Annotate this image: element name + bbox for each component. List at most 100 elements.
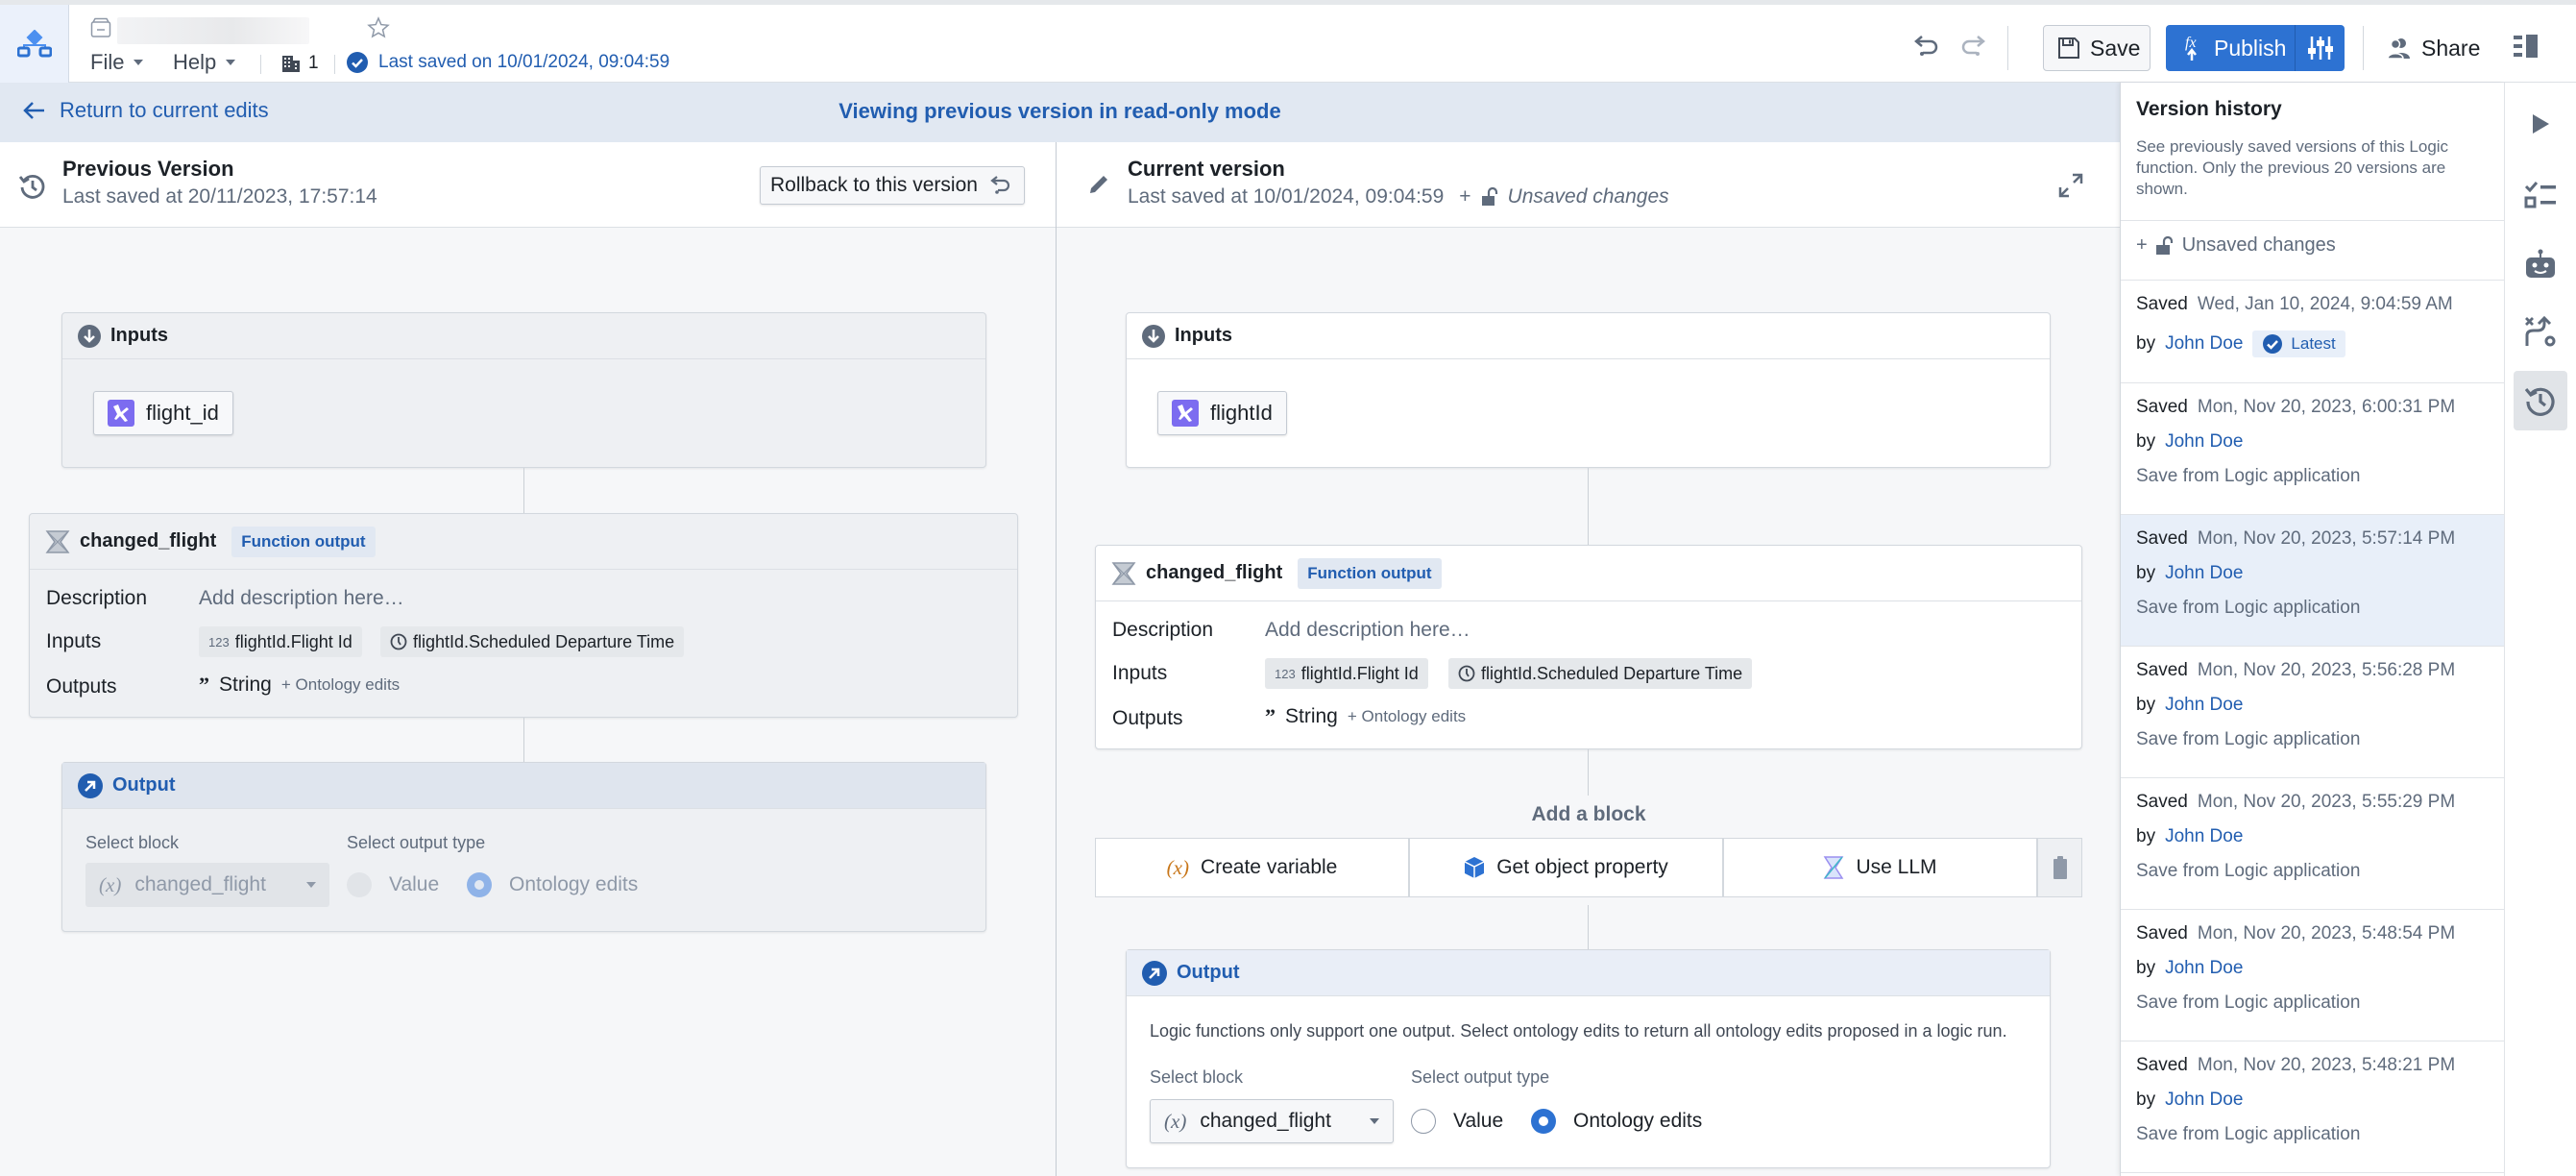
- chevron-down-icon: [226, 60, 236, 65]
- description-field[interactable]: Add description here…: [1265, 619, 1470, 642]
- current-version-header: Current version Last saved at 10/01/2024…: [1057, 142, 2120, 228]
- undo-button[interactable]: [1913, 34, 1940, 59]
- latest-label: Latest: [2291, 334, 2336, 353]
- quote-icon: ”: [1265, 704, 1276, 728]
- people-icon: [2387, 38, 2410, 60]
- version-message: Save from Logic application: [2136, 1124, 2361, 1144]
- version-message: Save from Logic application: [2136, 861, 2361, 881]
- version-message: Save from Logic application: [2136, 992, 2361, 1013]
- paste-block-button[interactable]: [2037, 838, 2082, 897]
- divider: [2007, 26, 2008, 70]
- prev-inputs-title: Inputs: [110, 325, 168, 346]
- by-word: by: [2136, 333, 2156, 354]
- current-function-header: changed_flight Function output: [1096, 546, 2081, 601]
- menu-help[interactable]: Help: [173, 50, 236, 75]
- radio-ontology-edits[interactable]: Ontology edits: [1531, 1109, 1702, 1134]
- panel-divider[interactable]: [1056, 142, 1057, 1176]
- by-word: by: [2136, 695, 2156, 715]
- select-block-dropdown[interactable]: (x) changed_flight: [1150, 1099, 1394, 1143]
- connector-line: [523, 718, 524, 762]
- panel-toggle-button[interactable]: [2514, 34, 2539, 59]
- version-author-link[interactable]: John Doe: [2165, 1090, 2243, 1111]
- variable-icon: (x): [99, 872, 122, 896]
- publish-settings-icon[interactable]: [2308, 35, 2333, 61]
- by-word: by: [2136, 958, 2156, 978]
- rail-assistant-button[interactable]: [2514, 234, 2567, 294]
- undo-icon: [1914, 36, 1938, 56]
- app-logo[interactable]: [0, 5, 69, 83]
- input-tag-label: flightId.Flight Id: [1300, 663, 1419, 683]
- unsaved-changes-item[interactable]: + Unsaved changes: [2136, 234, 2336, 257]
- menu-file[interactable]: File: [90, 50, 144, 75]
- history-icon: [19, 173, 46, 200]
- check-badge-icon: [347, 52, 368, 73]
- history-icon: [2525, 387, 2555, 416]
- version-author-link[interactable]: John Doe: [2165, 695, 2243, 716]
- share-button[interactable]: Share: [2387, 25, 2480, 71]
- radio-value[interactable]: Value: [1411, 1109, 1503, 1134]
- version-author-link[interactable]: John Doe: [2165, 826, 2243, 847]
- by-word: by: [2136, 1090, 2156, 1110]
- get-object-property-button[interactable]: Get object property: [1409, 838, 1723, 897]
- version-history-item[interactable]: Saved Mon, Nov 20, 2023, 5:48:54 PM by John…: [2121, 910, 2504, 1041]
- version-author-line: by John Doe: [2136, 695, 2243, 716]
- publish-button[interactable]: fx Publish: [2166, 25, 2345, 71]
- output-type: ” String + Ontology edits: [1265, 704, 1466, 729]
- version-author-link[interactable]: John Doe: [2165, 563, 2243, 584]
- rail-history-button[interactable]: [2514, 371, 2567, 430]
- favorite-star-icon[interactable]: [367, 16, 390, 39]
- rail-evaluations-button[interactable]: [2514, 165, 2567, 225]
- version-history-item[interactable]: Saved Mon, Nov 20, 2023, 5:56:28 PM by John…: [2121, 647, 2504, 777]
- version-author-link[interactable]: John Doe: [2165, 958, 2243, 979]
- version-author-link[interactable]: John Doe: [2165, 431, 2243, 453]
- rollback-button[interactable]: Rollback to this version: [760, 166, 1025, 205]
- project-count[interactable]: 1: [281, 53, 319, 74]
- add-block-title: Add a block: [1531, 803, 1646, 825]
- select-block-value: changed_flight: [134, 873, 266, 895]
- chevron-down-icon: [1370, 1118, 1379, 1124]
- use-llm-button[interactable]: Use LLM: [1723, 838, 2037, 897]
- current-function-block[interactable]: changed_flight Function output Descripti…: [1095, 545, 2082, 749]
- version-history-panel: Version history See previously saved ver…: [2120, 83, 2504, 1176]
- check-badge-icon: [2263, 334, 2283, 354]
- prev-block-name: changed_flight: [80, 530, 217, 551]
- return-label: Return to current edits: [60, 98, 269, 122]
- prev-output-title: Output: [112, 774, 176, 796]
- arrow-up-right-circle-icon: [1142, 960, 1167, 986]
- input-tag[interactable]: 123 flightId.Flight Id: [1265, 658, 1428, 689]
- output-type-value: String: [219, 674, 272, 696]
- version-history-item[interactable]: Saved Mon, Nov 20, 2023, 5:48:21 PM by John…: [2121, 1041, 2504, 1172]
- input-tag-label: flightId.Scheduled Departure Time: [413, 631, 675, 651]
- right-rail: [2504, 83, 2576, 1176]
- expand-button[interactable]: [2058, 173, 2083, 198]
- version-history-item[interactable]: Saved Mon, Nov 20, 2023, 5:57:14 PM by John…: [2121, 515, 2504, 646]
- rail-run-button[interactable]: [2514, 94, 2567, 154]
- radio-circle-selected: [1531, 1109, 1556, 1134]
- version-history-item[interactable]: Saved Wed, Jan 10, 2024, 9:04:59 AM by John…: [2121, 281, 2504, 382]
- use-llm-label: Use LLM: [1856, 856, 1937, 878]
- select-block-dropdown: (x) changed_flight: [85, 863, 329, 907]
- return-to-current-edits-link[interactable]: Return to current edits: [23, 98, 269, 123]
- latest-badge: Latest: [2252, 331, 2345, 357]
- version-history-item[interactable]: Saved Mon, Nov 20, 2023, 6:00:31 PM by John…: [2121, 383, 2504, 514]
- current-inputs-header: Inputs: [1127, 313, 2050, 359]
- document-title[interactable]: [117, 17, 309, 44]
- version-author-link[interactable]: John Doe: [2165, 333, 2243, 355]
- create-variable-button[interactable]: (x) Create variable: [1095, 838, 1409, 897]
- version-message: Save from Logic application: [2136, 598, 2361, 618]
- prev-inputs-block: Inputs flight_id: [61, 312, 986, 468]
- radio-circle-selected: [467, 872, 492, 897]
- input-tag[interactable]: flightId.Scheduled Departure Time: [1448, 658, 1753, 689]
- airplane-icon: [108, 400, 134, 427]
- current-input-chip[interactable]: flightId: [1157, 391, 1287, 435]
- previous-version-saved: Last saved at 20/11/2023, 17:57:14: [62, 185, 377, 208]
- version-date: Mon, Nov 20, 2023, 5:55:29 PM: [2197, 792, 2456, 812]
- saved-word: Saved: [2136, 1055, 2188, 1075]
- redo-button[interactable]: [1959, 34, 1986, 59]
- version-history-item[interactable]: Saved Mon, Nov 20, 2023, 5:55:29 PM by John…: [2121, 778, 2504, 909]
- current-block-name: changed_flight: [1146, 562, 1283, 583]
- prev-input-chip[interactable]: flight_id: [93, 391, 233, 435]
- saved-word: Saved: [2136, 660, 2188, 680]
- save-button[interactable]: Save: [2043, 25, 2151, 71]
- rail-branches-button[interactable]: [2514, 302, 2567, 361]
